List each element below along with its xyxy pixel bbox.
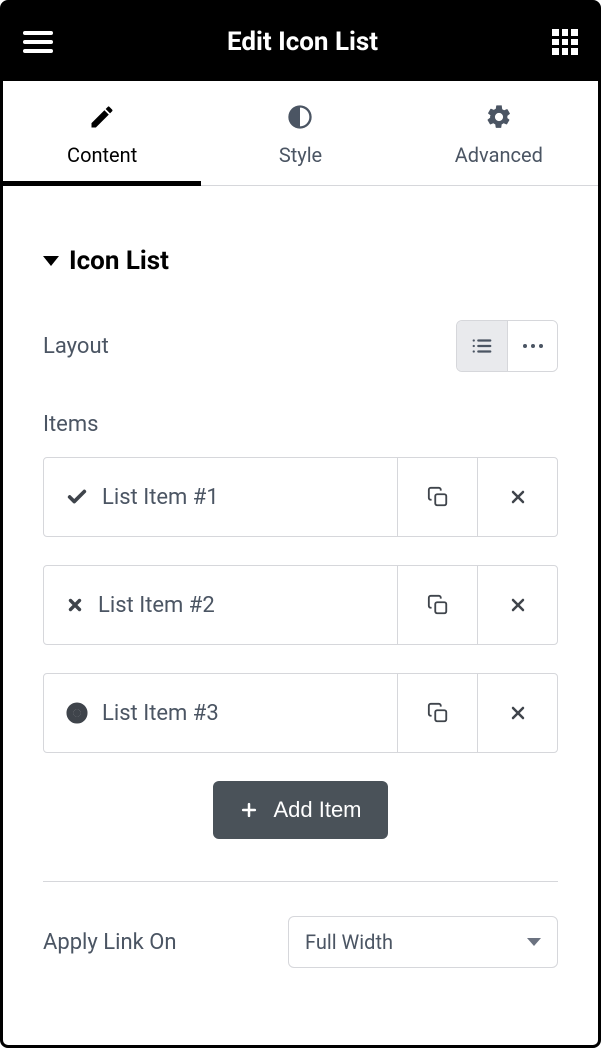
remove-button[interactable] bbox=[477, 674, 557, 752]
tab-bar: Content Style Advanced bbox=[3, 81, 598, 186]
pencil-icon bbox=[88, 103, 116, 131]
items-label: Items bbox=[43, 412, 558, 437]
tab-content[interactable]: Content bbox=[3, 81, 201, 185]
chevron-down-icon bbox=[527, 938, 541, 946]
list-item-label: List Item #2 bbox=[98, 593, 215, 618]
caret-down-icon bbox=[43, 256, 59, 266]
layout-option-list[interactable] bbox=[457, 321, 507, 371]
contrast-icon bbox=[286, 103, 314, 131]
remove-button[interactable] bbox=[477, 566, 557, 644]
layout-toggle bbox=[456, 320, 558, 372]
list-item: List Item #3 bbox=[43, 673, 558, 753]
divider bbox=[43, 881, 558, 882]
times-icon bbox=[66, 596, 84, 614]
add-item-button[interactable]: Add Item bbox=[213, 781, 387, 839]
layout-label: Layout bbox=[43, 334, 109, 359]
layout-option-inline[interactable] bbox=[507, 321, 557, 371]
layout-field-row: Layout bbox=[43, 320, 558, 372]
menu-icon[interactable] bbox=[23, 31, 53, 53]
duplicate-button[interactable] bbox=[397, 674, 477, 752]
list-item-handle[interactable]: List Item #2 bbox=[44, 566, 397, 644]
check-icon bbox=[66, 486, 88, 508]
panel-body: Icon List Layout Items List Item #1 bbox=[3, 186, 598, 1045]
apps-grid-icon[interactable] bbox=[552, 29, 578, 55]
list-item-handle[interactable]: List Item #3 bbox=[44, 674, 397, 752]
list-item-handle[interactable]: List Item #1 bbox=[44, 458, 397, 536]
tab-advanced-label: Advanced bbox=[455, 143, 543, 167]
apply-link-dropdown[interactable]: Full Width bbox=[288, 916, 558, 968]
header-bar: Edit Icon List bbox=[3, 3, 598, 81]
dot-circle-icon bbox=[66, 702, 88, 724]
tab-style-label: Style bbox=[279, 143, 322, 167]
list-item-label: List Item #1 bbox=[102, 485, 219, 510]
page-title: Edit Icon List bbox=[53, 27, 552, 57]
tab-advanced[interactable]: Advanced bbox=[400, 81, 598, 185]
list-item: List Item #1 bbox=[43, 457, 558, 537]
section-title: Icon List bbox=[69, 246, 169, 276]
add-item-row: Add Item bbox=[43, 781, 558, 839]
gear-icon bbox=[485, 103, 513, 131]
duplicate-button[interactable] bbox=[397, 458, 477, 536]
list-item: List Item #2 bbox=[43, 565, 558, 645]
tab-style[interactable]: Style bbox=[201, 81, 399, 185]
section-toggle-icon-list[interactable]: Icon List bbox=[43, 246, 558, 276]
list-item-label: List Item #3 bbox=[102, 701, 219, 726]
add-item-label: Add Item bbox=[273, 797, 361, 823]
remove-button[interactable] bbox=[477, 458, 557, 536]
apply-link-value: Full Width bbox=[305, 930, 393, 954]
plus-icon bbox=[239, 800, 259, 820]
tab-content-label: Content bbox=[67, 143, 137, 167]
apply-link-row: Apply Link On Full Width bbox=[43, 916, 558, 968]
duplicate-button[interactable] bbox=[397, 566, 477, 644]
apply-link-label: Apply Link On bbox=[43, 930, 177, 955]
